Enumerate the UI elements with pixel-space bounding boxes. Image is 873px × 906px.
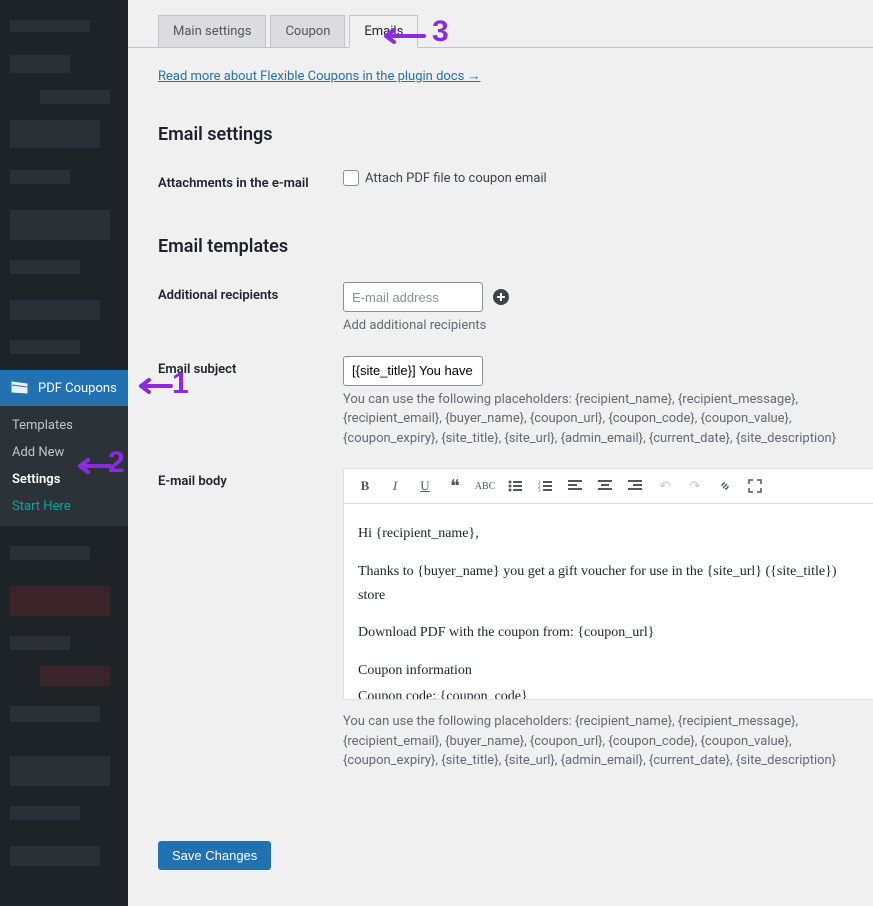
sidebar-sub-templates[interactable]: Templates — [0, 412, 128, 439]
sidebar-item-label: PDF Coupons — [38, 381, 117, 396]
save-changes-button[interactable]: Save Changes — [158, 841, 271, 870]
sidebar-sub-add-new[interactable]: Add New — [0, 439, 128, 466]
body-help: You can use the following placeholders: … — [343, 712, 873, 771]
toolbar-quote-icon[interactable]: ❝ — [444, 475, 466, 497]
label-subject: Email subject — [158, 356, 343, 377]
row-recipients: Additional recipients Add additional rec… — [158, 282, 843, 336]
attach-pdf-checkbox[interactable] — [343, 170, 359, 186]
admin-sidebar: PDF Coupons Templates Add New Settings S… — [0, 0, 128, 886]
toolbar-align-right-icon[interactable] — [624, 475, 646, 497]
email-body-editor: B I U ❝ ABC 123 — [343, 468, 873, 700]
toolbar-align-center-icon[interactable] — [594, 475, 616, 497]
tabs-container: Main settings Coupon Emails — [128, 0, 873, 48]
add-recipient-button[interactable] — [489, 285, 513, 309]
sidebar-item-pdf-coupons[interactable]: PDF Coupons — [0, 370, 128, 406]
svg-text:3: 3 — [538, 489, 541, 492]
attach-pdf-label: Attach PDF file to coupon email — [365, 171, 547, 186]
toolbar-fullscreen-icon[interactable] — [744, 475, 766, 497]
toolbar-italic-icon[interactable]: I — [384, 475, 406, 497]
label-body: E-mail body — [158, 468, 343, 489]
sidebar-obscured-bottom — [0, 526, 128, 906]
editor-toolbar: B I U ❝ ABC 123 — [344, 469, 873, 504]
docs-link[interactable]: Read more about Flexible Coupons in the … — [158, 69, 481, 84]
tab-emails[interactable]: Emails — [349, 15, 418, 48]
toolbar-redo-icon[interactable]: ↷ — [684, 475, 706, 497]
sidebar-sub-settings[interactable]: Settings — [0, 466, 128, 493]
recipients-input[interactable] — [343, 282, 483, 312]
coupon-icon — [10, 378, 30, 398]
row-subject: Email subject You can use the following … — [158, 356, 843, 449]
toolbar-number-list-icon[interactable]: 123 — [534, 475, 556, 497]
section-email-templates: Email templates — [158, 236, 843, 257]
toolbar-bullet-list-icon[interactable] — [504, 475, 526, 497]
tab-main-settings[interactable]: Main settings — [158, 15, 266, 48]
subject-input[interactable] — [343, 356, 483, 386]
recipients-help: Add additional recipients — [343, 316, 843, 336]
toolbar-align-left-icon[interactable] — [564, 475, 586, 497]
sidebar-sub-start-here[interactable]: Start Here — [0, 493, 128, 520]
section-email-settings: Email settings — [158, 124, 843, 145]
tab-coupon[interactable]: Coupon — [270, 15, 345, 48]
editor-content[interactable]: Hi {recipient_name}, Thanks to {buyer_na… — [344, 504, 873, 699]
toolbar-underline-icon[interactable]: U — [414, 475, 436, 497]
sidebar-obscured-top — [0, 0, 128, 370]
row-attachments: Attachments in the e-mail Attach PDF fil… — [158, 170, 843, 191]
subject-help: You can use the following placeholders: … — [343, 390, 843, 449]
sidebar-submenu: Templates Add New Settings Start Here — [0, 406, 128, 526]
toolbar-undo-icon[interactable]: ↶ — [654, 475, 676, 497]
main-content: Main settings Coupon Emails Read more ab… — [128, 0, 873, 886]
toolbar-strike-icon[interactable]: ABC — [474, 475, 496, 497]
row-body: E-mail body B I U ❝ ABC 123 — [158, 468, 843, 771]
toolbar-link-icon[interactable] — [714, 475, 736, 497]
toolbar-bold-icon[interactable]: B — [354, 475, 376, 497]
label-attachments: Attachments in the e-mail — [158, 170, 343, 191]
label-recipients: Additional recipients — [158, 282, 343, 303]
